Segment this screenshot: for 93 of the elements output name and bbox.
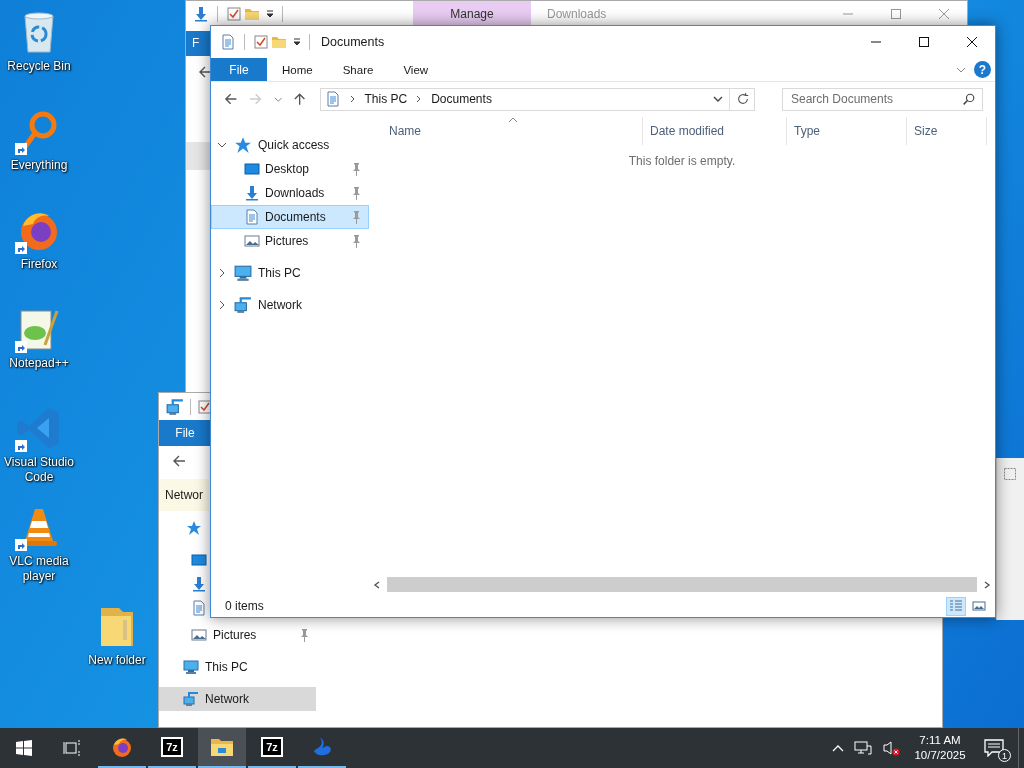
nav-item[interactable]: This PC xyxy=(211,261,369,285)
picture-icon xyxy=(244,233,260,249)
status-text: 0 items xyxy=(225,599,264,613)
desktop-icon-label[interactable]: Firefox xyxy=(0,257,78,272)
checkbox-icon[interactable] xyxy=(226,5,242,22)
desktop-icon-label[interactable]: Visual Studio Code xyxy=(0,455,78,485)
chevron-down-icon[interactable] xyxy=(713,94,723,104)
back-arrow-icon[interactable] xyxy=(223,91,239,107)
address-bar[interactable]: This PC Documents xyxy=(319,87,755,111)
windows-logo-icon xyxy=(16,740,32,756)
nav-item[interactable]: Network xyxy=(211,293,369,317)
breadcrumb[interactable]: This PC xyxy=(364,92,408,106)
notification-badge: 1 xyxy=(998,749,1011,762)
download-arrow-icon xyxy=(244,185,260,201)
document-icon xyxy=(324,91,341,107)
document-icon[interactable] xyxy=(191,600,207,616)
column-header[interactable]: Date modified xyxy=(643,117,787,145)
chevron-right-icon[interactable] xyxy=(217,268,227,278)
square-icon[interactable] xyxy=(1004,468,1016,480)
dropdown-icon[interactable] xyxy=(266,9,274,18)
window-title: Documents xyxy=(321,35,385,49)
close-icon xyxy=(967,37,977,47)
network-icon[interactable] xyxy=(854,740,872,756)
refresh-icon[interactable] xyxy=(736,92,750,106)
window-title: Downloads xyxy=(547,6,607,21)
up-arrow-icon[interactable] xyxy=(292,91,308,107)
taskbar-app-button[interactable] xyxy=(198,728,246,768)
scrollbar-thumb[interactable] xyxy=(387,577,977,592)
checkbox-icon[interactable] xyxy=(253,34,269,50)
scroll-right-icon[interactable] xyxy=(983,580,991,589)
file-tab[interactable]: File xyxy=(211,58,267,81)
nav-item[interactable]: Desktop xyxy=(211,157,369,181)
document-icon[interactable] xyxy=(220,34,236,50)
computer-icon xyxy=(183,659,199,675)
nav-item[interactable]: Downloads xyxy=(211,181,369,205)
nav-item[interactable]: Documents xyxy=(211,205,369,229)
nav-item[interactable]: Pictures xyxy=(159,623,316,647)
chevron-right-icon[interactable] xyxy=(348,95,357,103)
computer-icon xyxy=(234,264,252,282)
empty-folder-message: This folder is empty. xyxy=(627,154,737,168)
desktop-icon-label[interactable]: Recycle Bin xyxy=(0,59,78,74)
desktop-icon-label[interactable]: Notepad++ xyxy=(0,356,78,371)
search-icon[interactable] xyxy=(962,92,975,106)
desktop-icon[interactable] xyxy=(191,552,207,568)
checkbox-icon[interactable] xyxy=(197,398,213,415)
desktop-icon xyxy=(244,161,260,177)
ribbon-tab[interactable]: View xyxy=(388,58,444,81)
taskbar-app-button[interactable]: 7z xyxy=(248,728,296,768)
maximize-icon xyxy=(891,8,901,19)
file-tab[interactable]: File xyxy=(159,420,211,446)
maximize-icon xyxy=(919,37,929,47)
task-view-icon xyxy=(63,740,81,756)
taskbar-app-button[interactable]: 7z xyxy=(148,728,196,768)
network-icon xyxy=(183,691,199,707)
address-bar[interactable]: Networ xyxy=(159,479,209,511)
context-tab[interactable]: Manage xyxy=(413,1,531,26)
nav-item[interactable]: Quick access xyxy=(211,133,369,157)
close-icon xyxy=(939,8,949,19)
back-arrow-icon[interactable] xyxy=(171,453,187,469)
network-icon[interactable] xyxy=(166,397,184,416)
column-header[interactable]: Type xyxy=(787,117,907,145)
star-icon[interactable] xyxy=(186,520,202,536)
nav-item[interactable]: Pictures xyxy=(211,229,369,253)
column-header[interactable]: Size xyxy=(907,117,987,145)
dropdown-icon[interactable] xyxy=(293,38,301,46)
caret-up-icon[interactable] xyxy=(832,744,844,752)
download-arrow-icon[interactable] xyxy=(191,576,207,592)
chevron-right-icon[interactable] xyxy=(217,300,227,310)
ribbon-tab[interactable]: Home xyxy=(267,58,328,81)
download-arrow-icon[interactable] xyxy=(193,5,209,22)
document-icon xyxy=(244,209,260,225)
scroll-left-icon[interactable] xyxy=(373,580,381,589)
breadcrumb[interactable]: Documents xyxy=(431,92,492,106)
help-button[interactable]: ? xyxy=(974,61,991,78)
star-icon xyxy=(234,136,252,154)
file-tab[interactable]: F xyxy=(186,31,211,56)
notification-icon[interactable] xyxy=(984,739,1004,757)
ribbon-tab[interactable]: Share xyxy=(327,58,389,81)
back-arrow-icon[interactable] xyxy=(197,64,213,80)
column-header[interactable]: Name xyxy=(369,117,643,145)
nav-item[interactable]: This PC xyxy=(159,655,316,679)
network-icon xyxy=(234,296,252,314)
search-field[interactable]: Search Documents xyxy=(782,87,983,111)
clock[interactable]: 7:11 AM 10/7/2025 xyxy=(912,728,968,768)
details-list-icon xyxy=(949,599,963,613)
chevron-down-icon[interactable] xyxy=(217,140,227,150)
desktop-icon-label[interactable]: Everything xyxy=(0,158,78,173)
picture-icon xyxy=(972,599,986,613)
picture-icon xyxy=(191,627,207,643)
desktop-icon-label[interactable]: VLC media player xyxy=(0,554,78,584)
nav-item-highlight xyxy=(186,142,211,170)
nav-item[interactable]: Network xyxy=(159,687,316,711)
speaker-icon[interactable] xyxy=(882,740,900,756)
